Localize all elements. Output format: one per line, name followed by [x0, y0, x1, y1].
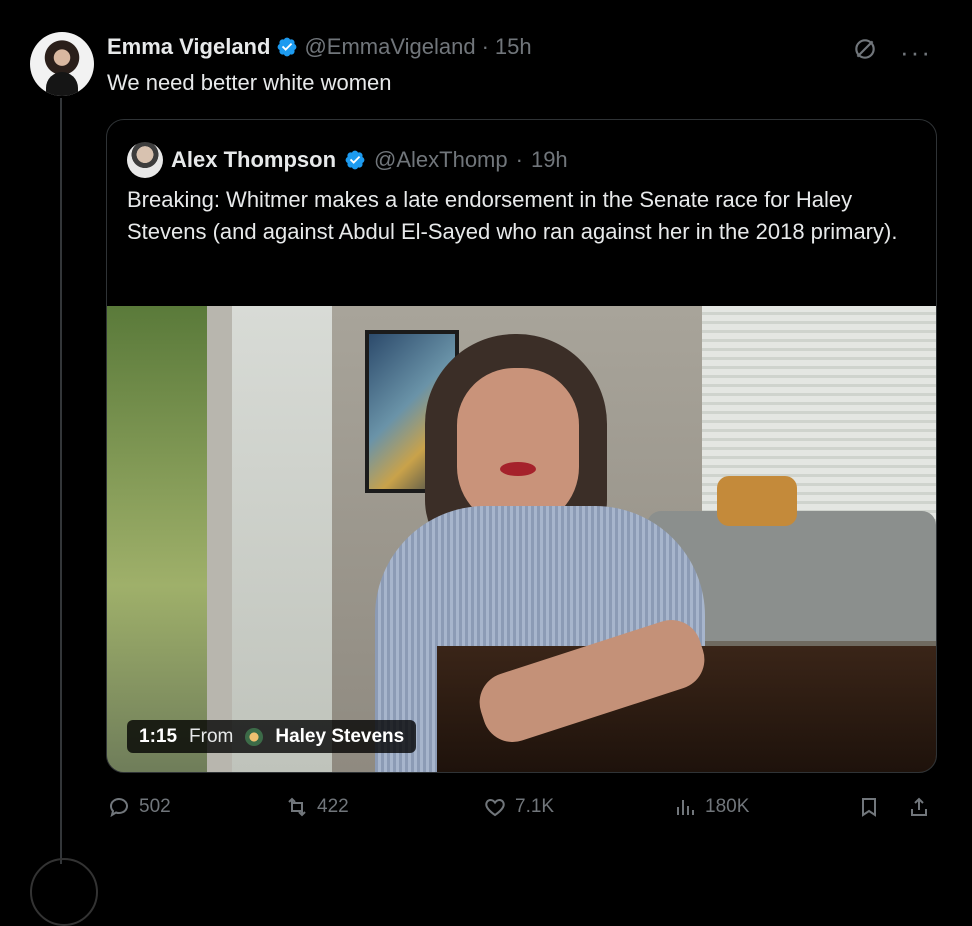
tweet-top-actions: ··· — [852, 36, 932, 67]
quoted-text: Breaking: Whitmer makes a late endorseme… — [127, 187, 898, 244]
tweet-text: We need better white women — [107, 70, 392, 95]
quoted-author-avatar[interactable] — [127, 142, 163, 178]
views-icon — [677, 800, 694, 815]
tweet-actions: 502 422 7.1K 180K — [107, 790, 935, 824]
quoted-time[interactable]: 19h — [531, 147, 568, 173]
video-info-badge: 1:15 From Haley Stevens — [127, 720, 417, 753]
video-source-name[interactable]: Haley Stevens — [275, 726, 404, 748]
views-button[interactable]: 180K — [673, 790, 749, 824]
more-icon[interactable]: ··· — [900, 39, 932, 65]
separator: · — [481, 34, 489, 59]
verified-badge-icon — [345, 150, 365, 170]
bookmark-icon — [862, 798, 876, 817]
like-count: 7.1K — [515, 796, 555, 817]
repost-icon — [288, 797, 306, 817]
quoted-header: Alex Thompson @AlexThomp · 19h — [127, 142, 568, 178]
author-name[interactable]: Emma Vigeland — [107, 34, 270, 60]
repost-button[interactable]: 422 — [285, 790, 349, 824]
share-button[interactable] — [907, 790, 931, 824]
share-icon — [911, 797, 927, 816]
like-button[interactable]: 7.1K — [483, 790, 554, 824]
repost-count: 422 — [317, 796, 349, 817]
quoted-author-handle[interactable]: @AlexThomp — [374, 147, 508, 173]
tweet-time[interactable]: 15h — [495, 34, 532, 60]
thread-line — [60, 98, 62, 864]
quoted-tweet[interactable]: Alex Thompson @AlexThomp · 19h Breaking:… — [106, 119, 937, 773]
bookmark-button[interactable] — [857, 790, 881, 824]
video-from-label: From — [189, 725, 234, 747]
tweet-header: Emma Vigeland @EmmaVigeland · 15h — [107, 34, 532, 60]
source-avatar — [245, 727, 264, 746]
video-duration: 1:15 — [139, 725, 178, 747]
reply-icon — [110, 798, 128, 818]
heart-icon — [485, 798, 505, 817]
video-thumbnail — [107, 306, 936, 772]
reply-count: 502 — [139, 796, 171, 817]
author-handle[interactable]: @EmmaVigeland — [304, 34, 475, 60]
next-tweet-avatar[interactable] — [30, 858, 98, 926]
quoted-author-name[interactable]: Alex Thompson — [171, 147, 336, 173]
grok-icon[interactable] — [852, 36, 878, 67]
reply-button[interactable]: 502 — [107, 790, 171, 824]
author-avatar[interactable] — [30, 32, 94, 96]
verified-badge-icon — [278, 37, 297, 57]
video-player[interactable]: 1:15 From Haley Stevens — [107, 306, 936, 772]
view-count: 180K — [705, 796, 750, 817]
separator: · — [515, 147, 523, 172]
